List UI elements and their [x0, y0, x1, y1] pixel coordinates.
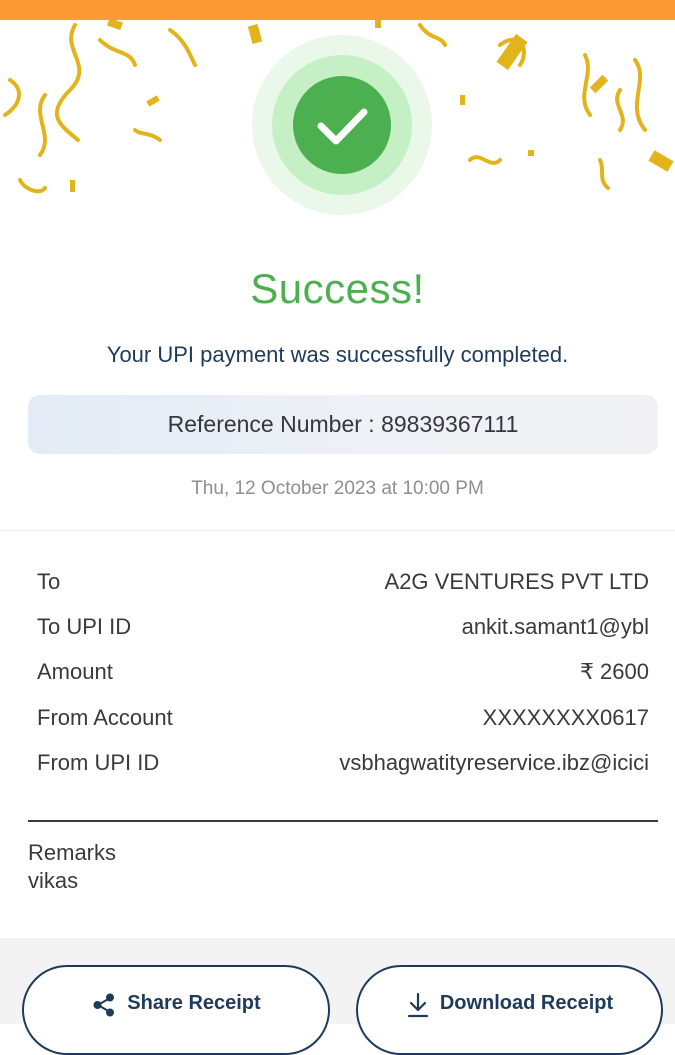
success-check-badge	[252, 35, 432, 215]
detail-label: From Account	[37, 705, 173, 730]
detail-row-from-upi-id: From UPI ID vsbhagwatityreservice.ibz@ic…	[37, 750, 649, 776]
share-icon	[91, 992, 117, 1018]
detail-value: ankit.samant1@ybl	[461, 614, 649, 639]
detail-value: vsbhagwatityreservice.ibz@icici	[339, 750, 649, 775]
share-receipt-label: Share Receipt	[127, 992, 261, 1014]
download-receipt-label: Download Receipt	[439, 992, 614, 1014]
transaction-timestamp: Thu, 12 October 2023 at 10:00 PM	[191, 478, 484, 499]
download-icon	[406, 992, 430, 1018]
detail-row-to-upi-id: To UPI ID ankit.samant1@ybl	[37, 614, 649, 640]
share-receipt-button[interactable]: Share Receipt	[22, 965, 330, 1055]
detail-row-to: To A2G VENTURES PVT LTD	[37, 569, 649, 595]
success-message: Your UPI payment was successfully comple…	[106, 342, 569, 367]
detail-value: A2G VENTURES PVT LTD	[384, 569, 649, 594]
detail-label: From UPI ID	[37, 750, 160, 775]
reference-number-text: Reference Number : 89839367111	[167, 411, 519, 437]
remarks-value: vikas	[28, 868, 79, 893]
section-divider	[28, 820, 658, 822]
payment-details-card: To A2G VENTURES PVT LTD To UPI ID ankit.…	[0, 530, 675, 940]
detail-label: Amount	[37, 659, 113, 684]
detail-label: To	[37, 569, 61, 594]
success-title: Success!	[250, 265, 425, 312]
detail-value: ₹ 2600	[579, 659, 649, 684]
detail-row-amount: Amount ₹ 2600	[37, 659, 649, 685]
reference-number-box: Reference Number : 89839367111	[28, 395, 658, 454]
success-header: Success! Your UPI payment was successful…	[0, 20, 675, 530]
check-icon	[252, 35, 432, 215]
top-status-bar	[0, 0, 675, 20]
detail-label: To UPI ID	[37, 614, 132, 639]
detail-value: XXXXXXXX0617	[482, 705, 649, 730]
detail-row-from-account: From Account XXXXXXXX0617	[37, 705, 649, 731]
action-bar: Share Receipt Download Receipt	[0, 938, 675, 1055]
download-receipt-button[interactable]: Download Receipt	[356, 965, 663, 1055]
remarks-label: Remarks	[28, 840, 117, 865]
